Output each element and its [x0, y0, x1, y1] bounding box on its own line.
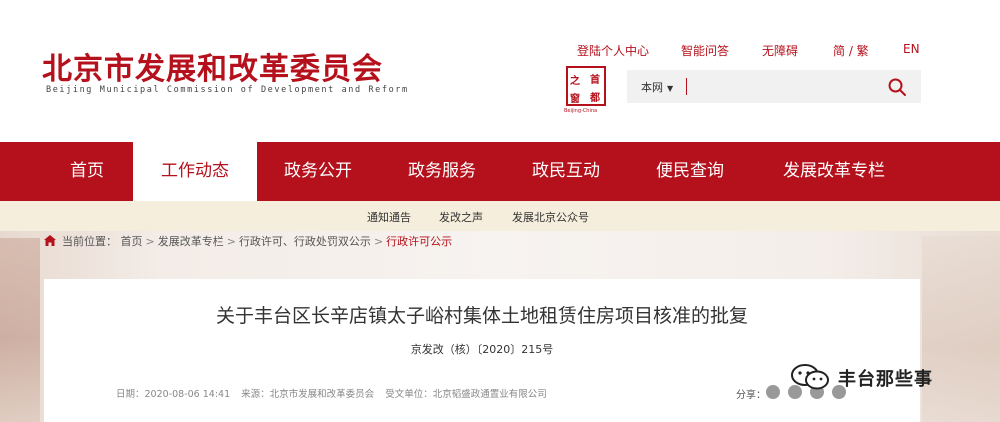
home-icon — [44, 235, 56, 246]
top-links: 登陆个人中心 智能问答 无障碍 简 / 繁 EN — [0, 42, 1000, 58]
seal-char: 窗 — [570, 94, 580, 105]
main-nav: 首页 工作动态 政务公开 政务服务 政民互动 便民查询 发展改革专栏 — [0, 142, 1000, 202]
capital-window-seal: 之 首 窗 都 — [566, 66, 606, 106]
breadcrumb-item-double-disclosure[interactable]: 行政许可、行政处罚双公示 — [239, 235, 371, 248]
simplified-traditional-link[interactable]: 简 / 繁 — [833, 42, 869, 59]
seal-char: 之 — [570, 76, 580, 87]
seal-char: 首 — [590, 75, 600, 86]
english-link[interactable]: EN — [903, 42, 920, 56]
seal-char: 都 — [590, 93, 600, 104]
site-subtitle: Beijing Municipal Commission of Developm… — [46, 85, 409, 95]
nav-item-gov-services[interactable]: 政务服务 — [386, 142, 498, 201]
article-title: 关于丰台区长辛店镇太子峪村集体土地租赁住房项目核准的批复 — [215, 305, 748, 327]
article-meta: 日期：2020-08-06 14:41 来源：北京市发展和改革委员会 受文单位：… — [116, 386, 555, 400]
nav-item-work-news[interactable]: 工作动态 — [133, 142, 257, 202]
watermark-text: 丰台那些事 — [838, 369, 933, 390]
search-icon[interactable] — [887, 77, 907, 97]
nav-item-interaction[interactable]: 政民互动 — [510, 142, 622, 201]
breadcrumb: 当前位置： 首页 > 发展改革专栏 > 行政许可、行政处罚双公示 > 行政许可公示 — [44, 233, 452, 248]
decorative-architecture-right — [922, 236, 1000, 422]
search-scope-dropdown[interactable]: 本网 ▼ — [641, 79, 673, 95]
search-input[interactable] — [685, 76, 875, 97]
nav-item-home[interactable]: 首页 — [45, 142, 129, 201]
accessibility-link[interactable]: 无障碍 — [762, 42, 798, 59]
nav-item-gov-affairs-open[interactable]: 政务公开 — [262, 142, 374, 201]
document-number: 京发改（核）〔2020〕215号 — [410, 343, 554, 356]
seal-caption: Beijing-China — [564, 108, 598, 114]
nav-item-public-query[interactable]: 便民查询 — [634, 142, 746, 201]
breadcrumb-item-home[interactable]: 首页 — [121, 235, 143, 248]
text-cursor — [686, 78, 687, 95]
sub-nav: 通知通告 发改之声 发展北京公众号 — [0, 201, 1000, 231]
subnav-item-official-account[interactable]: 发展北京公众号 — [512, 209, 589, 225]
chevron-down-icon: ▼ — [667, 84, 674, 93]
article-recipient: 受文单位：北京韬盛政通置业有限公司 — [385, 389, 547, 400]
subnav-item-notices[interactable]: 通知通告 — [367, 209, 411, 225]
wechat-logo-icon — [791, 364, 829, 390]
wechat-share-icon[interactable] — [766, 385, 780, 399]
login-link[interactable]: 登陆个人中心 — [577, 42, 649, 59]
article-date: 日期：2020-08-06 14:41 — [116, 389, 231, 400]
breadcrumb-item-license-disclosure[interactable]: 行政许可公示 — [386, 235, 452, 248]
breadcrumb-separator: > — [145, 235, 155, 248]
search-box: 本网 ▼ — [627, 70, 921, 103]
search-scope-label: 本网 — [641, 81, 663, 94]
nav-item-reform-column[interactable]: 发展改革专栏 — [760, 142, 908, 201]
breadcrumb-separator: > — [373, 235, 384, 248]
share-label: 分享： — [736, 390, 766, 401]
decorative-architecture-left — [0, 238, 40, 422]
article-panel: 关于丰台区长辛店镇太子峪村集体土地租赁住房项目核准的批复 京发改（核）〔2020… — [44, 279, 920, 422]
article-source: 来源：北京市发展和改革委员会 — [241, 389, 375, 400]
smart-qa-link[interactable]: 智能问答 — [681, 42, 729, 59]
breadcrumb-item-reform-column[interactable]: 发展改革专栏 — [158, 235, 224, 248]
breadcrumb-prefix: 当前位置： — [62, 235, 117, 248]
subnav-item-voice[interactable]: 发改之声 — [439, 209, 483, 225]
site-header: 北京市发展和改革委员会 Beijing Municipal Commission… — [0, 0, 1000, 142]
breadcrumb-separator: > — [226, 235, 236, 248]
